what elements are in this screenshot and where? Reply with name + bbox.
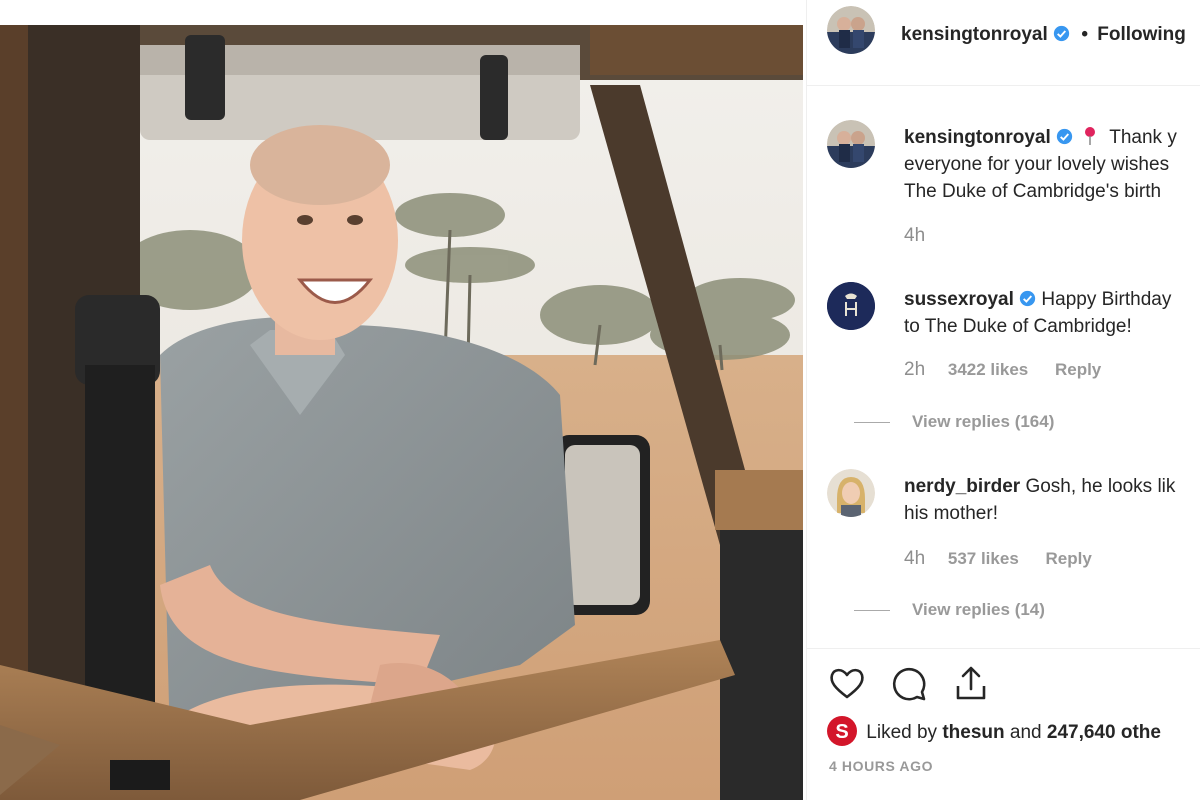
header-line: kensingtonroyal • Following xyxy=(901,24,1186,46)
header-divider xyxy=(807,85,1200,86)
view-replies-line xyxy=(854,610,890,612)
comment-body: sussexroyal Happy Birthday to The Duke o… xyxy=(904,286,1200,340)
comment-meta: 4h xyxy=(904,225,943,247)
author-username[interactable]: kensingtonroyal xyxy=(901,24,1048,45)
author-avatar[interactable] xyxy=(827,6,875,54)
post-timestamp[interactable]: 4 HOURS AGO xyxy=(829,758,933,774)
comment-time[interactable]: 4h xyxy=(904,225,925,246)
comment-line-1: Happy Birthday xyxy=(1041,289,1172,310)
verified-badge-icon xyxy=(1019,290,1036,307)
comment-line-1: Gosh, he looks lik xyxy=(1025,476,1176,497)
separator-dot: • xyxy=(1081,24,1088,45)
comment-line-3: The Duke of Cambridge's birth xyxy=(904,181,1162,202)
actions-divider xyxy=(807,648,1200,649)
comment-likes[interactable]: 537 likes xyxy=(948,549,1019,568)
view-replies-button[interactable]: View replies (164) xyxy=(854,412,1055,432)
comment-line-2: his mother! xyxy=(904,503,998,524)
comment-bubble-icon[interactable] xyxy=(889,664,929,704)
thesun-avatar[interactable]: S xyxy=(827,716,857,746)
reply-button[interactable]: Reply xyxy=(1055,360,1101,379)
round-pushpin-icon xyxy=(1085,127,1096,145)
comment-username[interactable]: kensingtonroyal xyxy=(904,127,1051,148)
liked-by-user[interactable]: thesun xyxy=(942,722,1004,743)
commenter-avatar[interactable] xyxy=(827,282,875,330)
comment-line-2: to The Duke of Cambridge! xyxy=(904,316,1132,337)
comment-likes[interactable]: 3422 likes xyxy=(948,360,1028,379)
svg-text:S: S xyxy=(835,721,848,743)
comment-time[interactable]: 2h xyxy=(904,359,925,380)
reply-button[interactable]: Reply xyxy=(1046,549,1092,568)
comment-line-1: Thank y xyxy=(1109,127,1177,148)
view-replies-line xyxy=(854,422,890,424)
following-button[interactable]: Following xyxy=(1097,24,1186,45)
view-replies-label: View replies (14) xyxy=(912,600,1045,619)
verified-badge-icon xyxy=(1053,25,1070,42)
comment-meta: 2h 3422 likes Reply xyxy=(904,359,1123,381)
view-replies-button[interactable]: View replies (14) xyxy=(854,600,1045,620)
liked-by-prefix: Liked by xyxy=(866,722,943,743)
post-side-panel: kensingtonroyal • Following kensingtonro… xyxy=(806,0,1200,800)
liked-by-line: S Liked by thesun and 247,640 othe xyxy=(827,716,1161,746)
liked-by-count[interactable]: 247,640 othe xyxy=(1047,722,1161,743)
commenter-avatar[interactable] xyxy=(827,469,875,517)
post-photo xyxy=(0,25,803,800)
comment-body: nerdy_birder Gosh, he looks lik his moth… xyxy=(904,473,1200,527)
comment-meta: 4h 537 likes Reply xyxy=(904,548,1114,570)
comment-time[interactable]: 4h xyxy=(904,548,925,569)
share-upload-icon[interactable] xyxy=(951,664,991,704)
comment-line-2: everyone for your lovely wishes xyxy=(904,154,1170,175)
post-header: kensingtonroyal • Following xyxy=(827,6,1200,58)
commenter-avatar[interactable] xyxy=(827,120,875,168)
liked-by-middle: and xyxy=(1004,722,1047,743)
verified-badge-icon xyxy=(1056,128,1073,145)
heart-icon[interactable] xyxy=(827,664,867,704)
view-replies-label: View replies (164) xyxy=(912,412,1055,431)
photo-illustration xyxy=(0,25,803,800)
comment-body: kensingtonroyal Thank y everyone for you… xyxy=(904,124,1200,205)
comment-username[interactable]: sussexroyal xyxy=(904,289,1014,310)
comment-username[interactable]: nerdy_birder xyxy=(904,476,1020,497)
